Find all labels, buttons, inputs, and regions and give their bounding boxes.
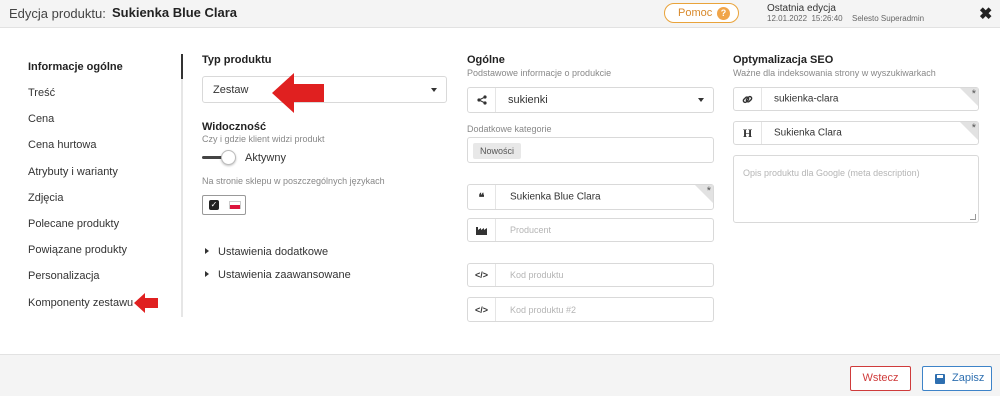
product-code2-placeholder: Kod produktu #2 xyxy=(510,304,577,315)
category-value: sukienki xyxy=(508,94,548,106)
last-edit-label: Ostatnia edycja xyxy=(767,3,836,14)
advanced-settings-toggle[interactable]: Ustawienia zaawansowane xyxy=(205,269,351,281)
page-title-product: Sukienka Blue Clara xyxy=(112,5,237,20)
visibility-title: Widoczność xyxy=(202,121,267,133)
close-icon[interactable]: ✖ xyxy=(979,4,992,24)
heading-icon: H xyxy=(734,122,762,144)
visibility-subtitle: Czy i gdzie klient widzi produkt xyxy=(202,134,325,144)
share-icon xyxy=(468,88,496,112)
category-select[interactable]: sukienki xyxy=(467,87,714,113)
sidebar-active-indicator xyxy=(181,54,183,79)
seo-title: Optymalizacja SEO xyxy=(733,54,834,66)
help-button-label: Pomoc xyxy=(678,7,713,19)
required-asterisk: * xyxy=(971,88,976,100)
product-type-value: Zestaw xyxy=(213,83,249,96)
product-code-field[interactable]: </> Kod produktu xyxy=(467,263,714,287)
required-asterisk: * xyxy=(706,185,711,197)
product-code-placeholder: Kod produktu xyxy=(510,270,564,280)
sidebar-item-price[interactable]: Cena xyxy=(28,113,54,125)
general-subtitle: Podstawowe informacje o produkcie xyxy=(467,68,612,78)
sidebar-item-recommended[interactable]: Polecane produkty xyxy=(28,218,119,230)
code-icon: </> xyxy=(468,298,496,321)
chevron-down-icon xyxy=(698,98,704,102)
seo-subtitle: Ważne dla indeksowania strony w wyszukiw… xyxy=(733,68,936,78)
seo-heading-field[interactable]: H Sukienka Clara * xyxy=(733,121,979,145)
seo-slug-value: sukienka-clara xyxy=(774,93,839,105)
resize-handle-icon[interactable] xyxy=(970,214,976,220)
red-arrow-left-icon xyxy=(134,293,158,313)
caret-right-icon xyxy=(205,248,209,254)
sidebar-item-related[interactable]: Powiązane produkty xyxy=(28,244,127,256)
product-code2-field[interactable]: </> Kod produktu #2 xyxy=(467,297,714,322)
additional-settings-toggle[interactable]: Ustawienia dodatkowe xyxy=(205,246,328,258)
meta-description-placeholder: Opis produktu dla Google (meta descripti… xyxy=(743,168,920,178)
link-icon xyxy=(734,88,762,110)
code-icon: </> xyxy=(468,264,496,286)
active-toggle-knob[interactable] xyxy=(221,150,236,165)
sidebar-item-photos[interactable]: Zdjęcia xyxy=(28,192,63,204)
sidebar-divider xyxy=(181,54,183,317)
sidebar-item-attributes[interactable]: Atrybuty i warianty xyxy=(28,166,118,178)
category-tag[interactable]: Nowości xyxy=(473,143,522,159)
sidebar-item-set-components[interactable]: Komponenty zestawu xyxy=(28,297,133,309)
sidebar-item-general[interactable]: Informacje ogólne xyxy=(28,61,123,73)
factory-icon xyxy=(468,219,496,241)
general-title: Ogólne xyxy=(467,54,505,66)
quote-icon: ❝ xyxy=(468,185,496,209)
seo-slug-field[interactable]: sukienka-clara * xyxy=(733,87,979,111)
checkbox-checked-icon[interactable]: ✓ xyxy=(209,200,219,210)
producer-placeholder: Producent xyxy=(510,225,552,235)
product-type-select[interactable]: Zestaw xyxy=(202,76,447,103)
producer-field[interactable]: Producent xyxy=(467,218,714,242)
product-name-value: Sukienka Blue Clara xyxy=(510,191,601,203)
additional-settings-label: Ustawienia dodatkowe xyxy=(218,246,329,258)
question-icon: ? xyxy=(717,7,730,20)
polish-flag-icon xyxy=(229,201,241,209)
active-toggle-label: Aktywny xyxy=(245,152,286,164)
product-type-title: Typ produktu xyxy=(202,54,272,66)
language-visibility-box[interactable]: ✓ xyxy=(202,195,246,215)
additional-categories-label: Dodatkowe kategorie xyxy=(467,124,552,134)
sidebar-item-personalization[interactable]: Personalizacja xyxy=(28,270,100,282)
sidebar-item-wholesale-price[interactable]: Cena hurtowa xyxy=(28,139,97,151)
advanced-settings-label: Ustawienia zaawansowane xyxy=(218,269,351,281)
caret-right-icon xyxy=(205,271,209,277)
help-button[interactable]: Pomoc ? xyxy=(664,3,739,23)
red-arrow-left-icon xyxy=(272,73,324,113)
last-edit-user: Selesto Superadmin xyxy=(852,14,925,23)
seo-heading-value: Sukienka Clara xyxy=(774,127,842,139)
sidebar-item-content[interactable]: Treść xyxy=(28,87,55,99)
page-title-prefix: Edycja produktu: xyxy=(9,6,106,21)
seo-meta-description[interactable]: Opis produktu dla Google (meta descripti… xyxy=(733,155,979,223)
back-button[interactable]: Wstecz xyxy=(850,366,911,391)
floppy-disk-icon xyxy=(935,374,945,384)
required-asterisk: * xyxy=(971,122,976,134)
product-name-field[interactable]: ❝ Sukienka Blue Clara * xyxy=(467,184,714,210)
last-edit-date: 12.01.2022 15:26:40 xyxy=(767,14,843,23)
save-button-label: Zapisz xyxy=(952,372,985,384)
languages-label: Na stronie sklepu w poszczególnych język… xyxy=(202,176,385,186)
save-button[interactable]: Zapisz xyxy=(922,366,992,391)
chevron-down-icon xyxy=(431,87,437,92)
